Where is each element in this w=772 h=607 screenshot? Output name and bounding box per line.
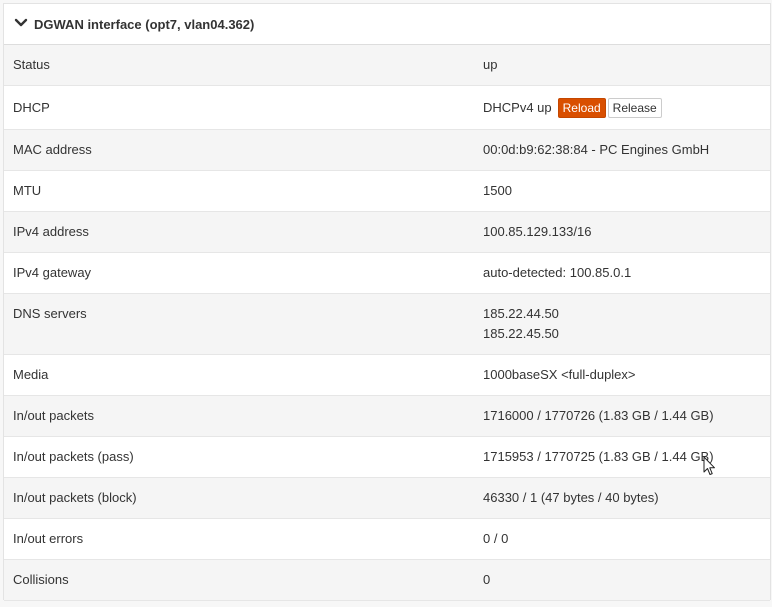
row-label: In/out packets — [13, 408, 94, 423]
table-row-status: Status up — [4, 45, 770, 86]
table-row-inout-errors: In/out errors 0 / 0 — [4, 518, 770, 560]
mac-value: 00:0d:b9:62:38:84 - PC Engines GmbH — [483, 142, 710, 157]
dns-servers-cell: 185.22.44.50 185.22.45.50 — [483, 294, 770, 354]
table-row-dhcp: DHCP DHCPv4 up Reload Release — [4, 85, 770, 130]
status-value: up — [483, 57, 498, 72]
interface-info-table: Status up DHCP DHCPv4 up Reload Release MA… — [4, 45, 770, 601]
chevron-down-icon[interactable] — [14, 16, 28, 30]
row-label: In/out errors — [13, 531, 84, 546]
row-label: DNS servers — [13, 306, 87, 321]
dhcp-value-cell: DHCPv4 up Reload Release — [483, 86, 770, 129]
row-label: DHCP — [13, 100, 50, 115]
panel-title: DGWAN interface (opt7, vlan04.362) — [34, 16, 255, 32]
inout-errors-value: 0 / 0 — [483, 531, 509, 546]
reload-button[interactable]: Reload — [557, 97, 606, 118]
inout-packets-value: 1716000 / 1770726 (1.83 GB / 1.44 GB) — [483, 408, 714, 423]
inout-packets-block-value: 46330 / 1 (47 bytes / 40 bytes) — [483, 490, 659, 505]
collisions-value: 0 — [483, 572, 491, 587]
row-label: In/out packets (block) — [13, 490, 137, 505]
row-label: IPv4 gateway — [13, 265, 92, 280]
row-label: In/out packets (pass) — [13, 449, 134, 464]
release-button[interactable]: Release — [607, 97, 662, 118]
inout-packets-pass-value: 1715953 / 1770725 (1.83 GB / 1.44 GB) — [483, 449, 714, 464]
panel-header[interactable]: DGWAN interface (opt7, vlan04.362) — [4, 4, 770, 45]
dns-server-2: 185.22.45.50 — [483, 326, 559, 341]
table-row-inout-packets: In/out packets 1716000 / 1770726 (1.83 G… — [4, 395, 770, 437]
table-row-mac: MAC address 00:0d:b9:62:38:84 - PC Engin… — [4, 129, 770, 171]
dhcp-value: DHCPv4 up — [483, 100, 552, 115]
row-label: IPv4 address — [13, 224, 89, 239]
row-label: MTU — [13, 183, 42, 198]
table-row-mtu: MTU 1500 — [4, 170, 770, 212]
row-label: MAC address — [13, 142, 92, 157]
table-row-dns-servers: DNS servers 185.22.44.50 185.22.45.50 — [4, 293, 770, 355]
interface-panel: DGWAN interface (opt7, vlan04.362) Statu… — [3, 3, 771, 601]
row-label: Collisions — [13, 572, 69, 587]
table-row-media: Media 1000baseSX <full-duplex> — [4, 354, 770, 396]
table-row-ipv4-address: IPv4 address 100.85.129.133/16 — [4, 211, 770, 253]
mouse-cursor-icon — [703, 456, 717, 476]
dns-server-1: 185.22.44.50 — [483, 306, 559, 321]
row-label: Status — [13, 57, 50, 72]
ipv4-address-value: 100.85.129.133/16 — [483, 224, 592, 239]
mtu-value: 1500 — [483, 183, 512, 198]
table-row-ipv4-gateway: IPv4 gateway auto-detected: 100.85.0.1 — [4, 252, 770, 294]
table-row-inout-packets-block: In/out packets (block) 46330 / 1 (47 byt… — [4, 477, 770, 519]
media-value: 1000baseSX <full-duplex> — [483, 367, 636, 382]
ipv4-gateway-value: auto-detected: 100.85.0.1 — [483, 265, 632, 280]
table-row-collisions: Collisions 0 — [4, 559, 770, 601]
table-row-inout-packets-pass: In/out packets (pass) 1715953 / 1770725 … — [4, 436, 770, 478]
row-label: Media — [13, 367, 49, 382]
